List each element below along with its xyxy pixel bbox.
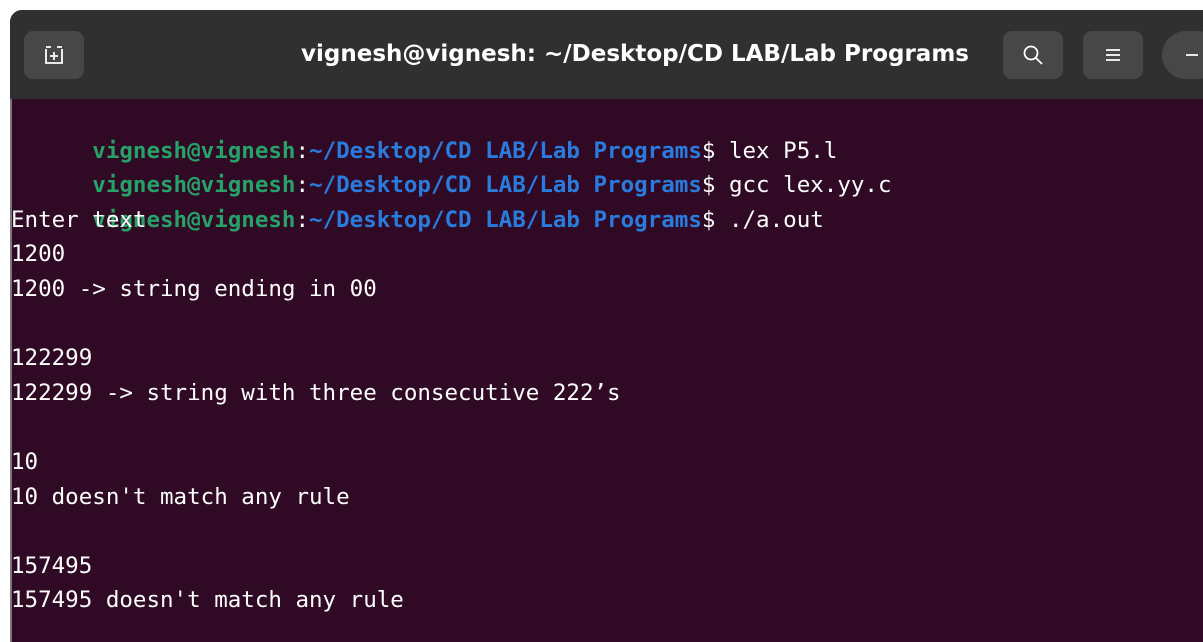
window-title: vignesh@vignesh: ~/Desktop/CD LAB/Lab Pr… — [301, 41, 969, 67]
prompt-colon: : — [295, 206, 310, 233]
command-text: gcc lex.yy.c — [715, 172, 892, 199]
output-line: 157495 — [11, 552, 93, 579]
output-line: 1200 — [11, 241, 66, 268]
output-line: 157495 doesn't match any rule — [11, 587, 404, 614]
prompt-path: ~/Desktop/CD LAB/Lab Programs — [309, 206, 702, 233]
prompt-user: vignesh@vignesh — [92, 137, 296, 164]
prompt-colon: : — [295, 172, 310, 199]
prompt-dollar: $ — [701, 137, 716, 164]
output-line: 10 doesn't match any rule — [11, 483, 350, 510]
prompt-dollar: $ — [701, 206, 716, 233]
terminal-output-area[interactable]: vignesh@vignesh:~/Desktop/CD LAB/Lab Pro… — [10, 99, 1203, 642]
prompt-path: ~/Desktop/CD LAB/Lab Programs — [309, 172, 702, 199]
command-line: vignesh@vignesh:~/Desktop/CD LAB/Lab Pro… — [10, 99, 1203, 164]
output-line: 10 — [11, 448, 39, 475]
search-button[interactable] — [1003, 31, 1063, 79]
prompt-colon: : — [295, 137, 310, 164]
command-text: lex P5.l — [715, 137, 838, 164]
prompt-dollar: $ — [701, 172, 716, 199]
prompt-user: vignesh@vignesh — [92, 172, 296, 199]
output-line: 122299 -> string with three consecutive … — [11, 379, 621, 406]
new-tab-button[interactable] — [24, 31, 84, 79]
new-tab-icon — [43, 44, 65, 66]
prompt-path: ~/Desktop/CD LAB/Lab Programs — [309, 137, 702, 164]
minimize-icon — [1184, 47, 1200, 63]
output-line: 122299 — [11, 345, 93, 372]
terminal-window: vignesh@vignesh: ~/Desktop/CD LAB/Lab Pr… — [10, 10, 1203, 642]
menu-button[interactable] — [1083, 31, 1143, 79]
output-line: 1200 -> string ending in 00 — [11, 275, 377, 302]
title-bar: vignesh@vignesh: ~/Desktop/CD LAB/Lab Pr… — [10, 10, 1203, 99]
hamburger-menu-icon — [1104, 47, 1122, 63]
minimize-button[interactable] — [1162, 31, 1203, 79]
search-icon — [1022, 44, 1044, 66]
cursor-margin-bar — [10, 99, 12, 642]
command-text: ./a.out — [715, 206, 824, 233]
